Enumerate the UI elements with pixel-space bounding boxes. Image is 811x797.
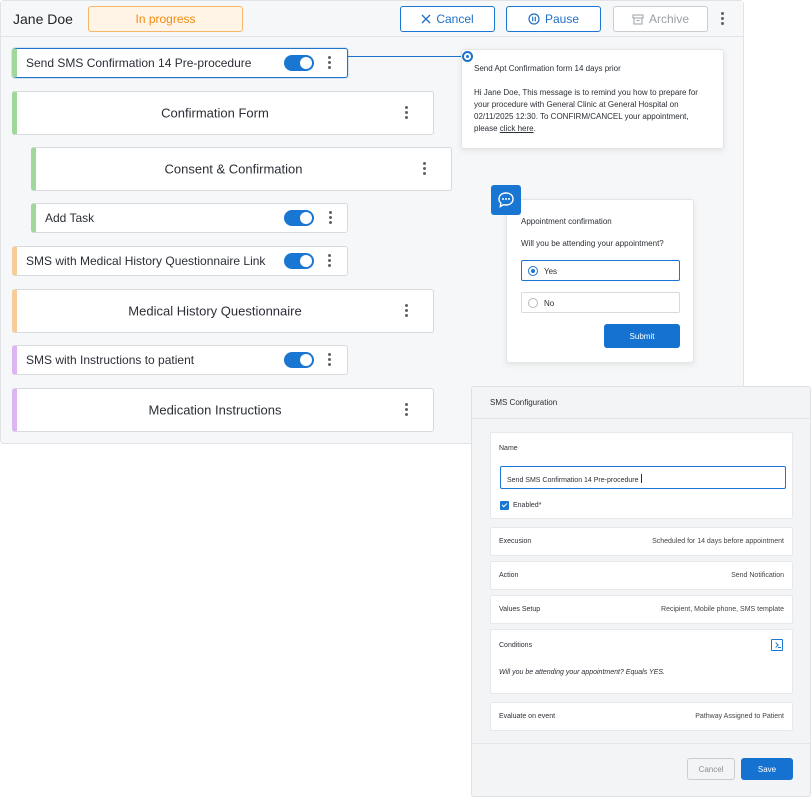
- row-value: Pathway Assigned to Patient: [695, 713, 784, 720]
- sms-preview-body: Hi Jane Doe, This message is to remind y…: [474, 87, 711, 135]
- step-title: Confirmation Form: [161, 105, 269, 121]
- workflow-step-sms-confirmation[interactable]: Send SMS Confirmation 14 Pre-procedure: [12, 48, 348, 78]
- config-cancel-button[interactable]: Cancel: [687, 758, 735, 780]
- row-key: Execusion: [499, 538, 532, 545]
- archive-icon: [632, 14, 644, 24]
- name-input-value: Send SMS Confirmation 14 Pre-procedure: [507, 477, 639, 484]
- terminal-icon[interactable]: [771, 639, 783, 651]
- connector-endpoint: [462, 51, 473, 62]
- step-title: Medical History Questionnaire: [128, 303, 302, 319]
- workflow-step-sms-medical-history[interactable]: SMS with Medical History Questionnaire L…: [12, 246, 348, 276]
- enable-toggle[interactable]: [284, 55, 314, 71]
- step-label: SMS with Medical History Questionnaire L…: [26, 254, 266, 268]
- step-menu-icon[interactable]: [404, 106, 408, 120]
- workflow-step-sms-instructions[interactable]: SMS with Instructions to patient: [12, 345, 348, 375]
- workflow-step-add-task[interactable]: Add Task: [31, 203, 348, 233]
- step-label: SMS with Instructions to patient: [26, 353, 195, 367]
- sms-preview-card: Send Apt Confirmation form 14 days prior…: [461, 49, 724, 149]
- name-section: Name Send SMS Confirmation 14 Pre-proced…: [490, 432, 793, 519]
- row-key: Evaluate on event: [499, 713, 556, 720]
- row-value: Send Notification: [731, 572, 784, 579]
- row-value: Recipient, Mobile phone, SMS template: [661, 606, 784, 613]
- step-menu-icon[interactable]: [327, 254, 331, 268]
- sms-configuration-panel: SMS Configuration Name Send SMS Confirma…: [471, 386, 811, 797]
- name-label: Name: [499, 445, 518, 452]
- workflow-header: Jane Doe In progress Cancel Pause Archiv…: [1, 1, 743, 37]
- row-value: Scheduled for 14 days before appointment: [652, 538, 784, 545]
- step-menu-icon[interactable]: [327, 353, 331, 367]
- enable-toggle[interactable]: [284, 253, 314, 269]
- workflow-step-confirmation-form[interactable]: Confirmation Form: [12, 91, 434, 135]
- action-row[interactable]: Action Send Notification: [490, 561, 793, 590]
- option-label: No: [544, 299, 555, 308]
- row-key: Action: [499, 572, 519, 579]
- row-key: Values Setup: [499, 606, 541, 613]
- appointment-question: Will you be attending your appointment?: [521, 239, 664, 248]
- appointment-confirmation-card: Appointment confirmation Will you be att…: [506, 199, 694, 363]
- conditions-text: Will you be attending your appointment? …: [499, 669, 665, 676]
- workflow-step-medication-instructions[interactable]: Medication Instructions: [12, 388, 434, 432]
- pause-button-label: Pause: [544, 12, 580, 26]
- sms-preview-title: Send Apt Confirmation form 14 days prior: [474, 64, 621, 73]
- option-label: Yes: [544, 267, 558, 276]
- enabled-label: Enabled*: [513, 502, 542, 509]
- enable-toggle[interactable]: [284, 210, 314, 226]
- radio-selected-icon: [528, 266, 538, 276]
- pause-button[interactable]: Pause: [506, 6, 601, 32]
- cancel-button-label: Cancel: [436, 12, 474, 26]
- values-setup-row[interactable]: Values Setup Recipient, Mobile phone, SM…: [490, 595, 793, 624]
- click-here-link[interactable]: click here: [500, 124, 534, 133]
- step-menu-icon[interactable]: [327, 56, 331, 70]
- step-menu-icon[interactable]: [328, 211, 332, 225]
- step-label: Send SMS Confirmation 14 Pre-procedure: [26, 56, 252, 70]
- submit-button[interactable]: Submit: [604, 324, 680, 348]
- evaluate-on-event-row[interactable]: Evaluate on event Pathway Assigned to Pa…: [490, 702, 793, 731]
- archive-button[interactable]: Archive: [613, 6, 708, 32]
- close-icon: [421, 14, 431, 24]
- appointment-title: Appointment confirmation: [521, 217, 612, 226]
- option-no[interactable]: No: [521, 292, 680, 313]
- status-badge: In progress: [88, 6, 243, 32]
- name-input[interactable]: Send SMS Confirmation 14 Pre-procedure: [500, 466, 786, 489]
- chat-icon: [491, 185, 521, 215]
- workflow-step-medical-history-questionnaire[interactable]: Medical History Questionnaire: [12, 289, 434, 333]
- option-yes[interactable]: Yes: [521, 260, 680, 281]
- radio-icon: [528, 298, 538, 308]
- step-menu-icon[interactable]: [422, 162, 426, 176]
- conditions-section: Conditions Will you be attending your ap…: [490, 629, 793, 694]
- sms-body-suffix: .: [533, 124, 536, 133]
- connector-line: [348, 56, 468, 57]
- footer-divider: [472, 743, 810, 744]
- enable-toggle[interactable]: [284, 352, 314, 368]
- patient-name: Jane Doe: [13, 11, 73, 27]
- workflow-step-consent-confirmation[interactable]: Consent & Confirmation: [31, 147, 452, 191]
- cancel-button[interactable]: Cancel: [400, 6, 495, 32]
- enabled-checkbox[interactable]: [500, 501, 509, 510]
- conditions-label: Conditions: [499, 642, 533, 649]
- step-title: Consent & Confirmation: [164, 161, 303, 177]
- more-options-icon[interactable]: [720, 12, 724, 26]
- execution-row[interactable]: Execusion Scheduled for 14 days before a…: [490, 527, 793, 556]
- panel-title: SMS Configuration: [472, 387, 810, 419]
- pause-icon: [528, 13, 540, 25]
- step-label: Add Task: [45, 211, 95, 225]
- step-menu-icon[interactable]: [404, 304, 408, 318]
- step-title: Medication Instructions: [148, 402, 282, 418]
- archive-button-label: Archive: [648, 12, 689, 26]
- config-save-button[interactable]: Save: [741, 758, 793, 780]
- step-menu-icon[interactable]: [404, 403, 408, 417]
